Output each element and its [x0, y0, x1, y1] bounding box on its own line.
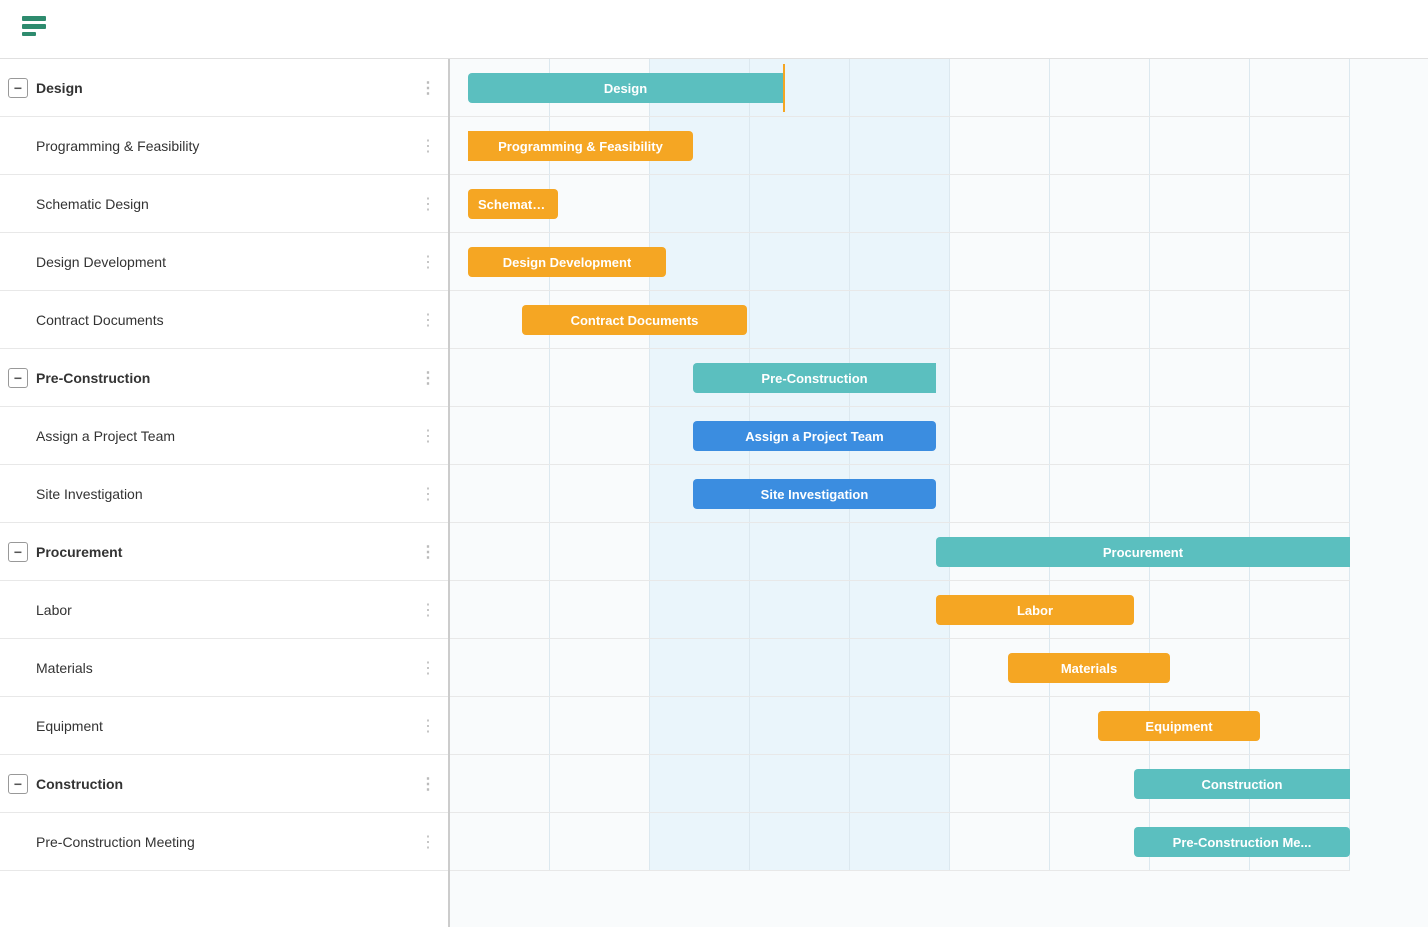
gantt-bar-site-inv[interactable]: Site Investigation [693, 479, 936, 509]
task-name-pre-construction: Pre-Construction [36, 370, 416, 386]
bar-label-construction: Construction [1202, 777, 1283, 792]
drag-handle-equipment[interactable]: ⋮ [416, 716, 440, 736]
drag-handle-schematic[interactable]: ⋮ [416, 194, 440, 214]
task-row-assign-team: Assign a Project Team⋮ [0, 407, 448, 465]
gantt-bar-construction[interactable]: Construction [1134, 769, 1350, 799]
task-name-procurement: Procurement [36, 544, 416, 560]
task-row-contract-docs: Contract Documents⋮ [0, 291, 448, 349]
task-row-materials: Materials⋮ [0, 639, 448, 697]
bar-label-materials: Materials [1061, 661, 1117, 676]
gantt-row-construction: Construction [450, 755, 1350, 813]
gantt-bar-pre-con-meeting[interactable]: Pre-Construction Me... [1134, 827, 1350, 857]
task-row-labor: Labor⋮ [0, 581, 448, 639]
bar-label-procurement: Procurement [1103, 545, 1183, 560]
gantt-bar-schematic[interactable]: Schematic Design [468, 189, 558, 219]
drag-handle-design-dev[interactable]: ⋮ [416, 252, 440, 272]
task-row-pre-con-meeting: Pre-Construction Meeting⋮ [0, 813, 448, 871]
drag-handle-pre-construction[interactable]: ⋮ [416, 368, 440, 388]
gantt-row-labor: Labor [450, 581, 1350, 639]
gantt-bar-labor[interactable]: Labor [936, 595, 1134, 625]
gantt-row-schematic: Schematic Design [450, 175, 1350, 233]
task-name-pre-con-meeting: Pre-Construction Meeting [36, 834, 416, 850]
task-row-prog-feas: Programming & Feasibility⋮ [0, 117, 448, 175]
bar-label-schematic: Schematic Design [478, 197, 548, 212]
task-row-site-inv: Site Investigation⋮ [0, 465, 448, 523]
gantt-row-procurement: Procurement [450, 523, 1350, 581]
gantt-row-assign-team: Assign a Project Team [450, 407, 1350, 465]
task-row-schematic: Schematic Design⋮ [0, 175, 448, 233]
task-name-prog-feas: Programming & Feasibility [36, 138, 416, 154]
gantt-bar-procurement[interactable]: Procurement [936, 537, 1350, 567]
gantt-row-site-inv: Site Investigation [450, 465, 1350, 523]
bar-label-design-dev: Design Development [503, 255, 632, 270]
gantt-bar-equipment[interactable]: Equipment [1098, 711, 1260, 741]
group-row-procurement: −Procurement⋮ [0, 523, 448, 581]
task-list: −Design⋮Programming & Feasibility⋮Schema… [0, 59, 450, 927]
task-row-design-dev: Design Development⋮ [0, 233, 448, 291]
task-name-schematic: Schematic Design [36, 196, 416, 212]
drag-handle-design[interactable]: ⋮ [416, 78, 440, 98]
task-name-equipment: Equipment [36, 718, 416, 734]
group-row-pre-construction: −Pre-Construction⋮ [0, 349, 448, 407]
collapse-btn-construction[interactable]: − [8, 774, 28, 794]
bar-label-assign-team: Assign a Project Team [745, 429, 883, 444]
gantt-bar-pre-construction[interactable]: Pre-Construction [693, 363, 936, 393]
drag-handle-site-inv[interactable]: ⋮ [416, 484, 440, 504]
gantt-row-design: Design [450, 59, 1350, 117]
gantt-panel: Design Programming & Feasibility Schematic… [450, 59, 1428, 927]
templates-icon [20, 14, 48, 44]
page-header [0, 0, 1428, 59]
bar-label-equipment: Equipment [1145, 719, 1212, 734]
gantt-row-pre-con-meeting: Pre-Construction Me... [450, 813, 1350, 871]
gantt-row-prog-feas: Programming & Feasibility [450, 117, 1350, 175]
gantt-bar-contract-docs[interactable]: Contract Documents [522, 305, 747, 335]
drag-handle-assign-team[interactable]: ⋮ [416, 426, 440, 446]
bar-label-site-inv: Site Investigation [761, 487, 869, 502]
gantt-inner: Design Programming & Feasibility Schematic… [450, 59, 1350, 871]
gantt-bar-materials[interactable]: Materials [1008, 653, 1170, 683]
bar-label-pre-con-meeting: Pre-Construction Me... [1173, 835, 1312, 850]
task-row-equipment: Equipment⋮ [0, 697, 448, 755]
drag-handle-contract-docs[interactable]: ⋮ [416, 310, 440, 330]
bar-label-pre-construction: Pre-Construction [761, 371, 867, 386]
task-name-construction: Construction [36, 776, 416, 792]
gantt-bar-design[interactable]: Design [468, 73, 783, 103]
drag-handle-procurement[interactable]: ⋮ [416, 542, 440, 562]
gantt-row-design-dev: Design Development [450, 233, 1350, 291]
gantt-row-pre-construction: Pre-Construction [450, 349, 1350, 407]
task-name-labor: Labor [36, 602, 416, 618]
bar-label-contract-docs: Contract Documents [571, 313, 699, 328]
group-row-design: −Design⋮ [0, 59, 448, 117]
group-row-construction: −Construction⋮ [0, 755, 448, 813]
collapse-btn-procurement[interactable]: − [8, 542, 28, 562]
task-name-materials: Materials [36, 660, 416, 676]
task-name-site-inv: Site Investigation [36, 486, 416, 502]
gantt-bar-assign-team[interactable]: Assign a Project Team [693, 421, 936, 451]
drag-handle-labor[interactable]: ⋮ [416, 600, 440, 620]
collapse-btn-pre-construction[interactable]: − [8, 368, 28, 388]
task-name-design: Design [36, 80, 416, 96]
main-container: −Design⋮Programming & Feasibility⋮Schema… [0, 59, 1428, 927]
bar-label-design: Design [604, 81, 647, 96]
gantt-row-contract-docs: Contract Documents [450, 291, 1350, 349]
gantt-row-materials: Materials [450, 639, 1350, 697]
gantt-bar-design-dev[interactable]: Design Development [468, 247, 666, 277]
task-name-contract-docs: Contract Documents [36, 312, 416, 328]
task-name-design-dev: Design Development [36, 254, 416, 270]
drag-handle-pre-con-meeting[interactable]: ⋮ [416, 832, 440, 852]
bar-label-prog-feas: Programming & Feasibility [498, 139, 663, 154]
drag-handle-construction[interactable]: ⋮ [416, 774, 440, 794]
gantt-row-equipment: Equipment [450, 697, 1350, 755]
collapse-btn-design[interactable]: − [8, 78, 28, 98]
bar-label-labor: Labor [1017, 603, 1053, 618]
task-name-assign-team: Assign a Project Team [36, 428, 416, 444]
gantt-bar-prog-feas[interactable]: Programming & Feasibility [468, 131, 693, 161]
drag-handle-prog-feas[interactable]: ⋮ [416, 136, 440, 156]
drag-handle-materials[interactable]: ⋮ [416, 658, 440, 678]
